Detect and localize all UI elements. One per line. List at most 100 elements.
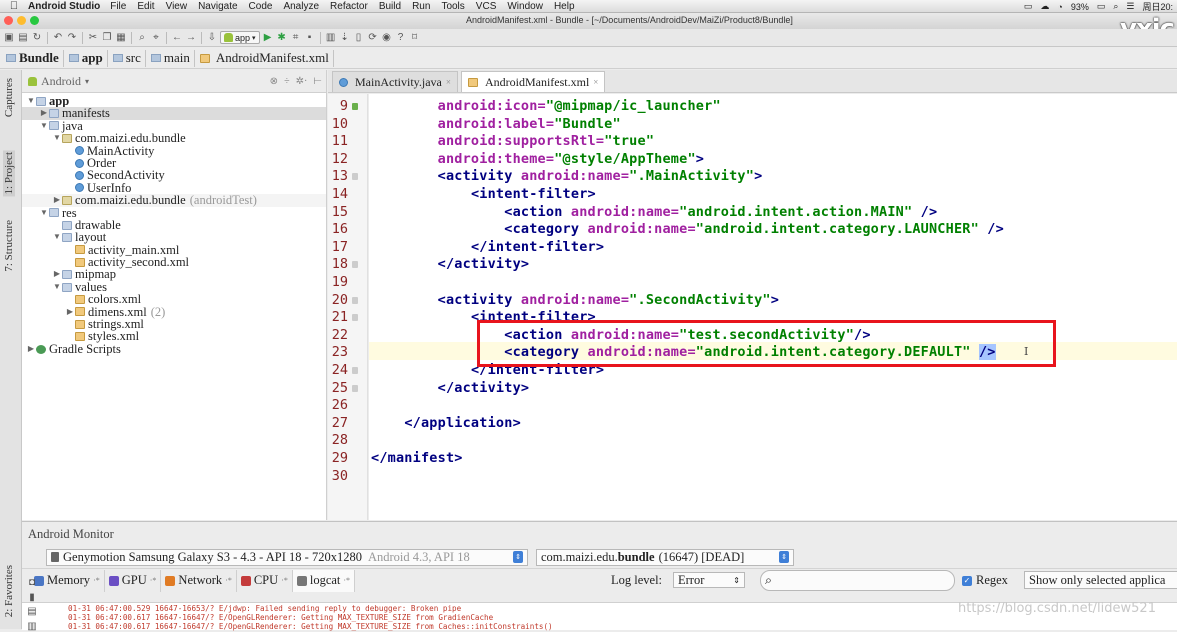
battery-text[interactable]: 93%: [1071, 2, 1089, 12]
menu-help[interactable]: Help: [554, 1, 575, 12]
structure-tab[interactable]: 7: Structure: [3, 220, 15, 272]
sync-icon[interactable]: ↻: [31, 32, 43, 44]
attach-debugger-icon[interactable]: ⌗: [290, 32, 302, 44]
tab-pin-icon[interactable]: ·*: [150, 576, 157, 585]
monitor-tab-gpu[interactable]: GPU ·*: [105, 569, 162, 592]
expand-arrow-icon[interactable]: ▼: [52, 132, 62, 144]
menu-build[interactable]: Build: [379, 1, 401, 12]
tree-item[interactable]: ▶ mipmap: [22, 268, 326, 281]
editor-tab[interactable]: AndroidManifest.xml ×: [460, 71, 606, 92]
close-tab-icon[interactable]: ×: [446, 77, 451, 87]
collapse-arrow-icon[interactable]: ▶: [65, 306, 75, 318]
system-info-icon[interactable]: ▤: [26, 606, 38, 618]
collapse-arrow-icon[interactable]: ▶: [52, 268, 62, 280]
project-structure-icon[interactable]: ▥: [325, 32, 337, 44]
replace-icon[interactable]: ⌖: [150, 32, 162, 44]
android-device-monitor-icon[interactable]: ◉: [381, 32, 393, 44]
tree-item[interactable]: ▼ res: [22, 206, 326, 219]
fold-marker-icon[interactable]: [352, 367, 358, 374]
close-tab-icon[interactable]: ×: [593, 77, 598, 87]
tree-item[interactable]: ▶ com.maizi.edu.bundle (androidTest): [22, 194, 326, 207]
forward-icon[interactable]: →: [185, 32, 197, 44]
fold-marker-icon[interactable]: [352, 314, 358, 322]
expand-arrow-icon[interactable]: ▼: [26, 95, 36, 107]
breadcrumb-item[interactable]: Bundle: [4, 49, 64, 67]
screen-record-icon[interactable]: ▮: [26, 591, 38, 603]
menu-view[interactable]: View: [166, 1, 188, 12]
collapse-arrow-icon[interactable]: ▶: [39, 107, 49, 119]
open-icon[interactable]: ▣: [3, 32, 15, 44]
log-level-select[interactable]: Error ⇕: [673, 572, 745, 588]
tree-item[interactable]: drawable: [22, 218, 326, 231]
close-window-button[interactable]: [4, 16, 13, 25]
process-select[interactable]: com.maizi.edu. bundle (16647) [DEAD] ⇕: [536, 548, 794, 566]
tree-item[interactable]: ▶ dimens.xml (2): [22, 305, 326, 318]
editor-tab[interactable]: MainActivity.java ×: [332, 71, 458, 92]
menu-run[interactable]: Run: [412, 1, 430, 12]
redo-icon[interactable]: ↷: [66, 32, 78, 44]
cloud-icon[interactable]: ☁: [1040, 1, 1049, 12]
copy-icon[interactable]: ❐: [101, 32, 113, 44]
menu-file[interactable]: File: [110, 1, 126, 12]
hide-panel-icon[interactable]: ⊢: [313, 76, 322, 87]
run-marker-icon[interactable]: [352, 103, 358, 110]
fold-marker-icon[interactable]: [352, 296, 358, 304]
tab-pin-icon[interactable]: ·*: [225, 576, 232, 585]
expand-arrow-icon[interactable]: ▼: [52, 231, 62, 243]
display-icon[interactable]: ▭: [1024, 1, 1033, 12]
zoom-window-button[interactable]: [30, 16, 39, 25]
code-editor[interactable]: android:icon="@mipmap/ic_launcher" andro…: [369, 94, 1177, 520]
menu-tools[interactable]: Tools: [441, 1, 464, 12]
clock[interactable]: 周日20:: [1142, 0, 1173, 13]
breadcrumb-item[interactable]: AndroidManifest.xml: [198, 49, 334, 67]
menu-navigate[interactable]: Navigate: [198, 1, 237, 12]
expand-arrow-icon[interactable]: ▼: [39, 120, 49, 132]
tab-pin-icon[interactable]: ·*: [281, 576, 288, 585]
help-icon[interactable]: ?: [395, 32, 407, 44]
expand-arrow-icon[interactable]: ▼: [39, 207, 49, 219]
filter-select[interactable]: Show only selected applica: [1024, 571, 1177, 589]
tree-item[interactable]: activity_second.xml: [22, 256, 326, 269]
monitor-tab-cpu[interactable]: CPU ·*: [237, 569, 293, 592]
clear-log-icon[interactable]: ▥: [26, 620, 38, 632]
favorites-tab[interactable]: 2: Favorites: [3, 565, 15, 617]
fold-marker-icon[interactable]: [352, 173, 358, 181]
tree-item[interactable]: colors.xml: [22, 293, 326, 306]
find-icon[interactable]: ⌕: [136, 32, 148, 44]
fold-marker-icon[interactable]: [352, 384, 358, 392]
menu-analyze[interactable]: Analyze: [283, 1, 319, 12]
run-icon[interactable]: ▶: [262, 32, 274, 44]
back-icon[interactable]: ←: [171, 32, 183, 44]
tools-icon[interactable]: ⌑: [409, 32, 421, 44]
stop-icon[interactable]: ▪: [304, 32, 316, 44]
collapse-arrow-icon[interactable]: ▶: [52, 194, 62, 206]
fold-marker-icon[interactable]: [352, 261, 358, 269]
run-config-select[interactable]: app ▾: [220, 31, 260, 44]
cut-icon[interactable]: ✂: [87, 32, 99, 44]
debug-icon[interactable]: ✱: [276, 32, 288, 44]
menu-code[interactable]: Code: [249, 1, 273, 12]
tree-item[interactable]: strings.xml: [22, 318, 326, 330]
tree-item[interactable]: Order: [22, 156, 326, 169]
apple-icon[interactable]: : [0, 0, 28, 12]
avd-manager-icon[interactable]: ▯: [353, 32, 365, 44]
project-view-select[interactable]: Android ▾: [28, 74, 89, 89]
scroll-from-source-icon[interactable]: ⊗: [270, 76, 278, 87]
collapse-all-icon[interactable]: ÷: [284, 76, 290, 87]
gradle-sync-icon[interactable]: ⟳: [367, 32, 379, 44]
tree-item[interactable]: ▼ layout: [22, 231, 326, 244]
collapse-arrow-icon[interactable]: ▶: [26, 343, 36, 355]
project-tab[interactable]: 1: Project: [3, 150, 15, 197]
make-icon[interactable]: ⇩: [206, 32, 218, 44]
wifi-icon[interactable]: ◔: [1057, 2, 1062, 12]
logcat-search-input[interactable]: ⌕: [760, 570, 955, 591]
monitor-tab-network[interactable]: Network ·*: [161, 569, 237, 592]
sdk-manager-icon[interactable]: ⇣: [339, 32, 351, 44]
tree-item[interactable]: ▼ com.maizi.edu.bundle: [22, 132, 326, 145]
breadcrumb-item[interactable]: src: [111, 49, 146, 67]
tree-item[interactable]: MainActivity: [22, 144, 326, 157]
menu-vcs[interactable]: VCS: [476, 1, 497, 12]
tree-item[interactable]: ▶ manifests: [22, 107, 326, 120]
breadcrumb-item[interactable]: main: [149, 49, 195, 67]
search-icon[interactable]: ⌕: [1113, 1, 1118, 12]
